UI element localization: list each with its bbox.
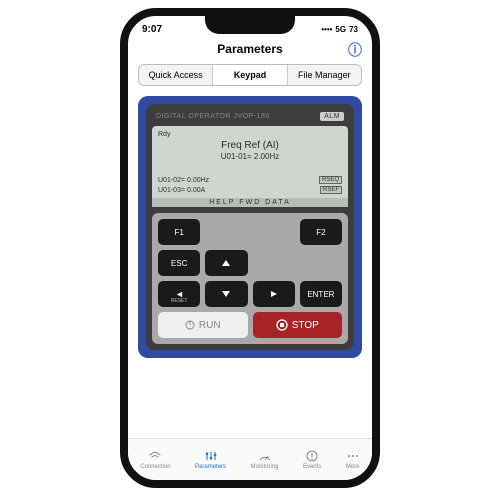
right-button[interactable] (253, 281, 295, 307)
wifi-icon (148, 449, 162, 463)
alert-icon (305, 449, 319, 463)
run-button[interactable]: RUN (158, 312, 248, 338)
operator-model: DIGITAL OPERATOR JVOP-180 (156, 113, 270, 120)
lcd-row-badge: RSEQ (319, 176, 342, 184)
lcd-ready: Rdy (158, 131, 342, 138)
sliders-icon (204, 449, 218, 463)
network-label: 5G (335, 25, 346, 34)
lcd-footer: HELP FWD DATA (152, 198, 348, 207)
stop-button[interactable]: STOP (253, 312, 343, 338)
lcd-row: U01-03= 0.00A RSEF (158, 185, 342, 195)
lcd-row-badge: RSEF (320, 186, 342, 194)
tab-keypad[interactable]: Keypad (212, 65, 286, 85)
tab-connection[interactable]: Connection (140, 449, 170, 470)
signal-icon: •••• (321, 25, 332, 34)
enter-button[interactable]: ENTER (300, 281, 342, 307)
lcd-row: U01-02= 0.00Hz RSEQ (158, 175, 342, 185)
tab-bar: Connection Parameters Monitoring Events … (128, 438, 372, 480)
lcd-screen: Rdy Freq Ref (AI) U01-01= 2.00Hz U01-02=… (152, 126, 348, 207)
tab-events[interactable]: Events (303, 449, 321, 470)
lcd-row-label: U01-02= 0.00Hz (158, 177, 209, 184)
lcd-row-label: U01-03= 0.00A (158, 187, 205, 194)
info-icon[interactable]: ⓘ (348, 40, 362, 60)
device-frame: DIGITAL OPERATOR JVOP-180 ALM Rdy Freq R… (138, 96, 362, 358)
gauge-icon (258, 449, 272, 463)
segment-control: Quick Access Keypad File Manager (138, 64, 362, 86)
nav-bar: Parameters ⓘ (128, 38, 372, 60)
notch (205, 16, 295, 34)
page-title: Parameters (217, 42, 282, 56)
tab-quick-access[interactable]: Quick Access (139, 65, 212, 85)
up-button[interactable] (205, 250, 247, 276)
reset-button[interactable]: RESET (158, 281, 200, 307)
lcd-sub: U01-01= 2.00Hz (158, 152, 342, 161)
status-time: 9:07 (142, 24, 162, 35)
down-button[interactable] (205, 281, 247, 307)
f1-button[interactable]: F1 (158, 219, 200, 245)
tab-monitoring[interactable]: Monitoring (251, 449, 279, 470)
more-icon (346, 449, 360, 463)
battery-label: 73 (349, 25, 358, 34)
alm-badge: ALM (320, 112, 344, 121)
lcd-title: Freq Ref (AI) (158, 140, 342, 151)
tab-more[interactable]: More (346, 449, 360, 470)
tab-file-manager[interactable]: File Manager (287, 65, 361, 85)
f2-button[interactable]: F2 (300, 219, 342, 245)
keypad: F1 F2 ESC RESET (152, 213, 348, 344)
phone-frame: 9:07 •••• 5G 73 Parameters ⓘ Quick Acces… (120, 8, 380, 488)
esc-button[interactable]: ESC (158, 250, 200, 276)
tab-parameters[interactable]: Parameters (195, 449, 226, 470)
